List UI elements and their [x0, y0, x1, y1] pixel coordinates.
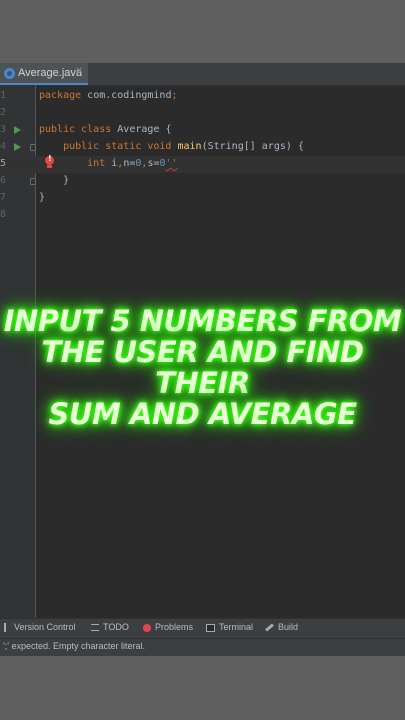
code-token: ;	[171, 90, 178, 101]
code-text: }	[39, 192, 45, 203]
line-number: 6	[0, 175, 7, 186]
branch-icon	[4, 623, 10, 633]
video-frame: Average.java ✕ 1 package com.codingmind; 2…	[0, 0, 405, 720]
run-icon[interactable]	[14, 126, 21, 134]
editor-tab-bar: Average.java ✕	[0, 63, 405, 86]
line-number: 1	[0, 90, 7, 101]
code-token: public class	[39, 124, 118, 135]
code-line[interactable]: 5 int i,n=0,s=0''	[0, 154, 405, 173]
code-line[interactable]: 1 package com.codingmind;	[0, 88, 405, 105]
code-token: Average {	[117, 124, 172, 135]
terminal-icon	[206, 623, 215, 632]
build-label: Build	[278, 622, 299, 632]
fold-icon[interactable]	[30, 178, 36, 185]
fold-icon[interactable]	[30, 144, 36, 151]
caption-line-3: sum and average	[48, 397, 357, 431]
code-line[interactable]: 4 public static void main(String[] args)…	[0, 139, 405, 156]
line-number: 4	[0, 141, 7, 152]
code-text: }	[39, 175, 69, 186]
code-text: public static void main(String[] args) {	[39, 141, 304, 152]
hammer-icon	[265, 623, 274, 632]
code-line[interactable]: 6 }	[0, 173, 405, 190]
code-line[interactable]: 3 public class Average {	[0, 122, 405, 139]
line-number: 7	[0, 192, 7, 203]
code-text: package com.codingmind;	[39, 90, 178, 101]
code-token: (String[] args) {	[201, 141, 304, 152]
code-line[interactable]: 2	[0, 105, 405, 122]
caption-line-2: the user and find their	[41, 335, 364, 400]
code-token: ''	[165, 158, 178, 169]
line-number: 5	[0, 158, 7, 169]
todo-button[interactable]: TODO	[91, 622, 129, 637]
code-token: main	[177, 141, 202, 152]
line-number: 3	[0, 124, 7, 135]
terminal-label: Terminal	[219, 622, 254, 632]
list-icon	[91, 624, 99, 632]
code-line[interactable]: 7}	[0, 190, 405, 207]
close-icon[interactable]: ✕	[75, 66, 83, 77]
code-token: int	[39, 158, 112, 169]
tool-window-bar: Version Control TODO Problems Terminal B…	[0, 618, 405, 639]
status-bar: ';' expected. Empty character literal.	[0, 638, 405, 656]
code-token: }	[39, 192, 46, 203]
java-class-icon	[4, 68, 15, 79]
code-text: int i,n=0,s=0''	[39, 158, 178, 169]
error-icon	[143, 623, 151, 632]
code-line[interactable]: 8	[0, 207, 405, 224]
video-caption: Input 5 Numbers from the user and find t…	[0, 306, 405, 430]
todo-label: TODO	[103, 622, 129, 632]
line-number: 8	[0, 209, 7, 220]
line-number: 2	[0, 107, 7, 118]
tab-average-java[interactable]: Average.java ✕	[0, 63, 88, 85]
problems-button[interactable]: Problems	[143, 622, 193, 637]
code-token: package	[39, 90, 88, 101]
code-token: com.codingmind	[87, 90, 172, 101]
problems-label: Problems	[155, 622, 194, 632]
code-token: }	[39, 175, 70, 186]
status-message: ';' expected. Empty character literal.	[3, 641, 145, 651]
version-control-label: Version Control	[14, 622, 76, 632]
run-icon[interactable]	[14, 143, 21, 151]
build-button[interactable]: Build	[265, 622, 298, 637]
code-text: public class Average {	[39, 124, 171, 135]
caption-line-1: Input 5 Numbers from	[3, 304, 402, 338]
tab-label: Average.java	[18, 67, 83, 79]
terminal-button[interactable]: Terminal	[206, 622, 253, 637]
code-token: public static void	[39, 141, 178, 152]
version-control-button[interactable]: Version Control	[4, 622, 76, 637]
